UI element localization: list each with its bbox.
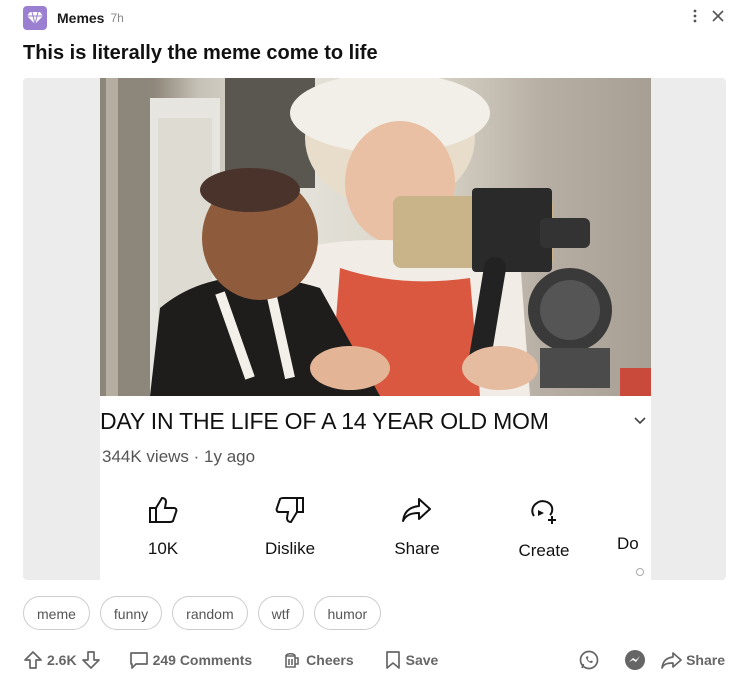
share-post-label: Share [686, 652, 725, 668]
tag-random[interactable]: random [172, 596, 248, 630]
dislike-button[interactable]: Dislike [245, 496, 335, 559]
community-diamond-icon[interactable] [23, 6, 47, 30]
post-footer: 2.6K 249 Comments Cheers Save Share [23, 646, 725, 674]
like-count: 10K [147, 539, 179, 558]
upvote-arrow-icon[interactable] [23, 650, 43, 670]
messenger-icon [624, 649, 646, 671]
post-header: Memes 7h [23, 6, 725, 30]
create-label: Create [518, 541, 570, 560]
save-label: Save [405, 652, 439, 668]
tag-list: meme funny random wtf humor [23, 596, 382, 630]
dislike-label: Dislike [264, 539, 316, 558]
tag-meme[interactable]: meme [23, 596, 90, 630]
downvote-arrow-icon[interactable] [81, 650, 101, 670]
chevron-down-icon[interactable] [634, 412, 646, 430]
video-meta: 344K views · 1y ago [102, 447, 256, 466]
video-thumbnail-photo [100, 78, 651, 396]
bookmark-icon [384, 650, 402, 670]
download-button[interactable]: Do [611, 496, 651, 554]
page-indicator-dot [636, 568, 644, 576]
community-name[interactable]: Memes [57, 10, 104, 26]
post-media[interactable]: DAY IN THE LIFE OF A 14 YEAR OLD MOM 344… [23, 78, 726, 580]
tag-funny[interactable]: funny [99, 596, 163, 630]
create-icon [528, 496, 560, 531]
download-label: Do [617, 534, 639, 553]
close-icon[interactable] [711, 9, 725, 28]
comments-button[interactable]: 249 Comments [129, 650, 253, 670]
more-options-icon[interactable] [693, 9, 697, 28]
video-screenshot: DAY IN THE LIFE OF A 14 YEAR OLD MOM 344… [100, 78, 651, 580]
save-button[interactable]: Save [384, 650, 439, 670]
thumbs-down-icon [275, 496, 305, 529]
thumbs-up-icon [148, 496, 178, 529]
cheers-label: Cheers [306, 652, 354, 668]
like-button[interactable]: 10K [118, 496, 208, 559]
vote-count: 2.6K [47, 652, 77, 668]
whatsapp-share-button[interactable] [578, 649, 600, 671]
cheers-mug-icon [282, 650, 302, 670]
video-actions: 10K Dislike Share Create Do [100, 496, 651, 566]
whatsapp-icon [578, 649, 600, 671]
post-title[interactable]: This is literally the meme come to life [23, 42, 378, 65]
share-arrow-icon [401, 496, 433, 529]
vote-group: 2.6K [23, 650, 101, 670]
share-label: Share [394, 539, 440, 558]
post-time: 7h [110, 11, 124, 25]
share-video-button[interactable]: Share [372, 496, 462, 559]
comment-bubble-icon [129, 650, 149, 670]
cheers-button[interactable]: Cheers [282, 650, 354, 670]
messenger-share-button[interactable] [624, 649, 646, 671]
video-title[interactable]: DAY IN THE LIFE OF A 14 YEAR OLD MOM [100, 408, 549, 435]
tag-humor[interactable]: humor [313, 596, 382, 630]
share-arrow-icon [660, 651, 682, 669]
tag-wtf[interactable]: wtf [257, 596, 304, 630]
create-button[interactable]: Create [499, 496, 589, 561]
comments-label: 249 Comments [152, 652, 253, 668]
share-post-button[interactable]: Share [660, 651, 725, 669]
